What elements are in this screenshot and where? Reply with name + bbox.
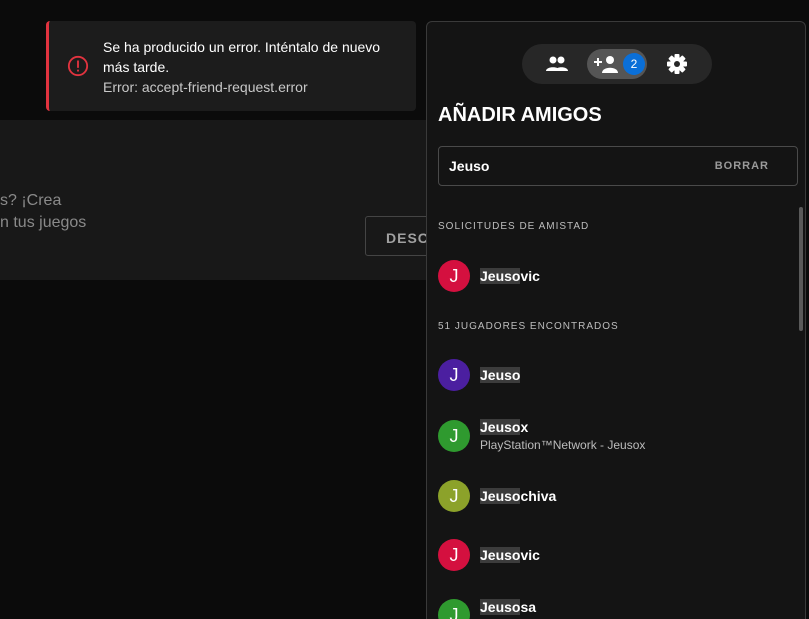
- avatar: J: [438, 420, 470, 452]
- player-row[interactable]: J Jeusosa: [438, 595, 793, 619]
- toast-error-code: Error: accept-friend-request.error: [103, 79, 308, 95]
- toast-title: Se ha producido un error. Inténtalo de n…: [103, 39, 381, 75]
- tab-settings[interactable]: [652, 49, 702, 79]
- friends-panel: 2 AÑADIR AMIGOS Jeuso BORRAR SOLICITUDES…: [426, 21, 806, 619]
- avatar: J: [438, 480, 470, 512]
- clear-search-button[interactable]: BORRAR: [715, 160, 769, 172]
- error-toast: Se ha producido un error. Inténtalo de n…: [46, 21, 416, 111]
- alert-circle-icon: [67, 55, 89, 77]
- tab-friends[interactable]: [532, 49, 582, 79]
- player-row[interactable]: J Jeuso: [438, 355, 793, 395]
- player-name: Jeusovic: [480, 547, 540, 563]
- background-text-line: n tus juegos: [0, 214, 87, 231]
- player-name: Jeusosa: [480, 599, 537, 615]
- panel-tabs: 2: [522, 44, 712, 84]
- player-platform: PlayStation™Network - Jeusox: [480, 438, 646, 452]
- friends-icon: [546, 56, 568, 71]
- avatar: J: [438, 539, 470, 571]
- player-row[interactable]: J Jeusochiva: [438, 476, 793, 516]
- player-row[interactable]: J Jeusovic: [438, 535, 793, 575]
- player-name: Jeuso: [480, 367, 521, 383]
- player-name: Jeusochiva: [480, 488, 557, 504]
- player-row[interactable]: J Jeusox PlayStation™Network - Jeusox: [438, 416, 793, 464]
- avatar: J: [438, 359, 470, 391]
- player-name: Jeusox: [480, 419, 529, 435]
- tab-add-friends[interactable]: 2: [587, 49, 647, 79]
- notification-badge: 2: [623, 53, 645, 75]
- player-name: Jeusovic: [480, 268, 540, 284]
- search-input[interactable]: [439, 147, 699, 185]
- section-label-requests: SOLICITUDES DE AMISTAD: [438, 221, 590, 232]
- search-box: BORRAR: [438, 146, 798, 186]
- avatar: J: [438, 599, 470, 619]
- friend-request-row[interactable]: J Jeusovic: [438, 256, 793, 296]
- panel-title: AÑADIR AMIGOS: [438, 104, 602, 126]
- background-text-line: s? ¡Crea: [0, 192, 62, 209]
- avatar: J: [438, 260, 470, 292]
- add-friend-icon: [594, 56, 618, 73]
- gear-icon: [667, 54, 687, 74]
- scrollbar[interactable]: [799, 207, 803, 331]
- background-text: s? ¡Crea n tus juegos: [0, 190, 86, 234]
- section-label-results: 51 JUGADORES ENCONTRADOS: [438, 321, 619, 332]
